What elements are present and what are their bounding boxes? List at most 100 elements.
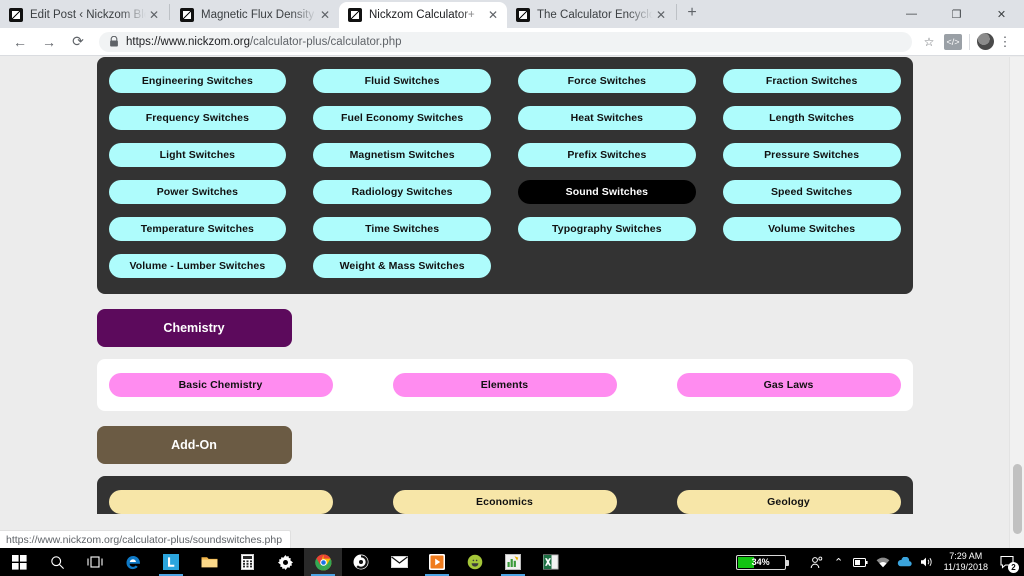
page-viewport: Engineering Switches Fluid Switches Forc…	[0, 57, 1024, 548]
tab-strip: Edit Post ‹ Nickzom Blog — Wor ✕ Magneti…	[0, 0, 1024, 28]
switch-button-pressure[interactable]: Pressure Switches	[722, 143, 901, 167]
switch-button-temperature[interactable]: Temperature Switches	[108, 217, 287, 241]
calculator-icon[interactable]	[228, 548, 266, 576]
page-scrollbar[interactable]	[1009, 57, 1024, 548]
switch-button-volume-lumber[interactable]: Volume - Lumber Switches	[108, 254, 287, 278]
browser-tab-1[interactable]: Edit Post ‹ Nickzom Blog — Wor ✕	[0, 2, 168, 28]
switch-button-sound[interactable]: Sound Switches	[518, 180, 696, 204]
chemistry-heading[interactable]: Chemistry	[96, 309, 292, 347]
mail-icon[interactable]	[380, 548, 418, 576]
tab-separator	[169, 4, 170, 20]
tab-close-icon[interactable]: ✕	[317, 7, 333, 23]
new-tab-button[interactable]: +	[678, 0, 706, 27]
onedrive-icon[interactable]	[894, 548, 916, 576]
start-button[interactable]	[0, 548, 38, 576]
avatar[interactable]	[977, 33, 994, 50]
media-player-icon[interactable]	[418, 548, 456, 576]
notification-center-icon[interactable]: 2	[994, 548, 1020, 576]
forward-icon[interactable]: →	[37, 30, 61, 54]
favicon-icon	[516, 8, 530, 22]
windows-taskbar: 34% ⌃ 7:29 AM 11/19/2018 2	[0, 548, 1024, 576]
switch-button-length[interactable]: Length Switches	[722, 106, 901, 130]
minimize-button[interactable]: —	[889, 0, 934, 28]
settings-icon[interactable]	[266, 548, 304, 576]
addon-button-geology[interactable]: Geology	[676, 490, 901, 514]
search-icon[interactable]	[38, 548, 76, 576]
switch-button-fuel-economy[interactable]: Fuel Economy Switches	[313, 106, 491, 130]
notification-badge: 2	[1008, 562, 1019, 573]
chemistry-button-gas-laws[interactable]: Gas Laws	[676, 373, 901, 397]
switch-button-engineering[interactable]: Engineering Switches	[108, 69, 287, 93]
switch-button-typography[interactable]: Typography Switches	[518, 217, 696, 241]
android-studio-icon[interactable]	[456, 548, 494, 576]
switch-button-force[interactable]: Force Switches	[518, 69, 696, 93]
url-domain: https://www.nickzom.org	[126, 35, 250, 48]
switch-button-light[interactable]: Light Switches	[108, 143, 287, 167]
extension-icon[interactable]: </>	[944, 33, 962, 50]
close-window-button[interactable]: ✕	[979, 0, 1024, 28]
switch-button-speed[interactable]: Speed Switches	[722, 180, 901, 204]
browser-tab-4[interactable]: The Calculator Encyclopedia Com ✕	[507, 2, 675, 28]
switch-button-time[interactable]: Time Switches	[313, 217, 491, 241]
tab-close-icon[interactable]: ✕	[485, 7, 501, 23]
tab-title: The Calculator Encyclopedia Com	[537, 9, 653, 21]
address-bar-url: https://www.nickzom.org/calculator-plus/…	[126, 36, 401, 48]
circle-app-icon[interactable]	[342, 548, 380, 576]
chrome-icon[interactable]	[304, 548, 342, 576]
maximize-button[interactable]: ❐	[934, 0, 979, 28]
switch-button-power[interactable]: Power Switches	[108, 180, 287, 204]
address-bar[interactable]: https://www.nickzom.org/calculator-plus/…	[99, 31, 912, 52]
switch-button-volume[interactable]: Volume Switches	[722, 217, 901, 241]
chemistry-button-basic-chemistry[interactable]: Basic Chemistry	[108, 373, 333, 397]
addon-heading-row: Add-On	[96, 426, 913, 464]
switch-button-frequency[interactable]: Frequency Switches	[108, 106, 287, 130]
tab-title: Edit Post ‹ Nickzom Blog — Wor	[30, 9, 146, 21]
addon-button-first[interactable]	[108, 490, 333, 514]
chrome-menu-icon[interactable]: ⋮	[994, 35, 1016, 48]
addon-grid: Economics Geology	[108, 490, 901, 514]
people-icon[interactable]	[806, 548, 828, 576]
url-path: /calculator-plus/calculator.php	[249, 35, 402, 48]
status-bubble: https://www.nickzom.org/calculator-plus/…	[0, 530, 292, 548]
window-controls: — ❐ ✕	[889, 0, 1024, 28]
bookmark-star-icon[interactable]: ☆	[918, 35, 940, 49]
switch-button-magnetism[interactable]: Magnetism Switches	[313, 143, 491, 167]
clock-time: 7:29 AM	[949, 550, 983, 561]
volume-icon[interactable]	[916, 548, 938, 576]
switch-button-heat[interactable]: Heat Switches	[518, 106, 696, 130]
tab-title: Nickzom Calculator+	[369, 9, 475, 21]
edge-icon[interactable]	[114, 548, 152, 576]
browser-tab-3-active[interactable]: Nickzom Calculator+ ✕	[339, 2, 507, 28]
clock[interactable]: 7:29 AM 11/19/2018	[938, 548, 994, 576]
switch-button-fluid[interactable]: Fluid Switches	[313, 69, 491, 93]
chemistry-panel: Basic Chemistry Elements Gas Laws	[96, 359, 913, 411]
file-explorer-icon[interactable]	[190, 548, 228, 576]
browser-window: Edit Post ‹ Nickzom Blog — Wor ✕ Magneti…	[0, 0, 1024, 576]
toolbar-separator	[969, 33, 970, 50]
chevron-up-icon[interactable]: ⌃	[828, 548, 850, 576]
favicon-icon	[9, 8, 23, 22]
switch-button-weight-mass[interactable]: Weight & Mass Switches	[313, 254, 491, 278]
addon-heading[interactable]: Add-On	[96, 426, 292, 464]
l-app-icon[interactable]	[152, 548, 190, 576]
switch-button-fraction[interactable]: Fraction Switches	[722, 69, 901, 93]
scrollbar-thumb[interactable]	[1013, 464, 1022, 534]
reload-icon[interactable]: ⟳	[66, 30, 90, 54]
back-icon[interactable]: ←	[8, 30, 32, 54]
tab-close-icon[interactable]: ✕	[146, 7, 162, 23]
tab-title: Magnetic Flux Density Conversio	[201, 9, 317, 21]
browser-toolbar: ← → ⟳ https://www.nickzom.org/calculator…	[0, 28, 1024, 56]
battery-indicator[interactable]: 34%	[735, 554, 789, 570]
wifi-icon[interactable]	[872, 548, 894, 576]
chart-app-icon[interactable]	[494, 548, 532, 576]
chemistry-button-elements[interactable]: Elements	[392, 373, 617, 397]
battery-tray-icon[interactable]	[850, 548, 872, 576]
switch-button-radiology[interactable]: Radiology Switches	[313, 180, 491, 204]
task-view-icon[interactable]	[76, 548, 114, 576]
browser-tab-2[interactable]: Magnetic Flux Density Conversio ✕	[171, 2, 339, 28]
tab-close-icon[interactable]: ✕	[653, 7, 669, 23]
switch-button-prefix[interactable]: Prefix Switches	[518, 143, 696, 167]
excel-icon[interactable]	[532, 548, 570, 576]
addon-button-economics[interactable]: Economics	[392, 490, 617, 514]
favicon-icon	[348, 8, 362, 22]
